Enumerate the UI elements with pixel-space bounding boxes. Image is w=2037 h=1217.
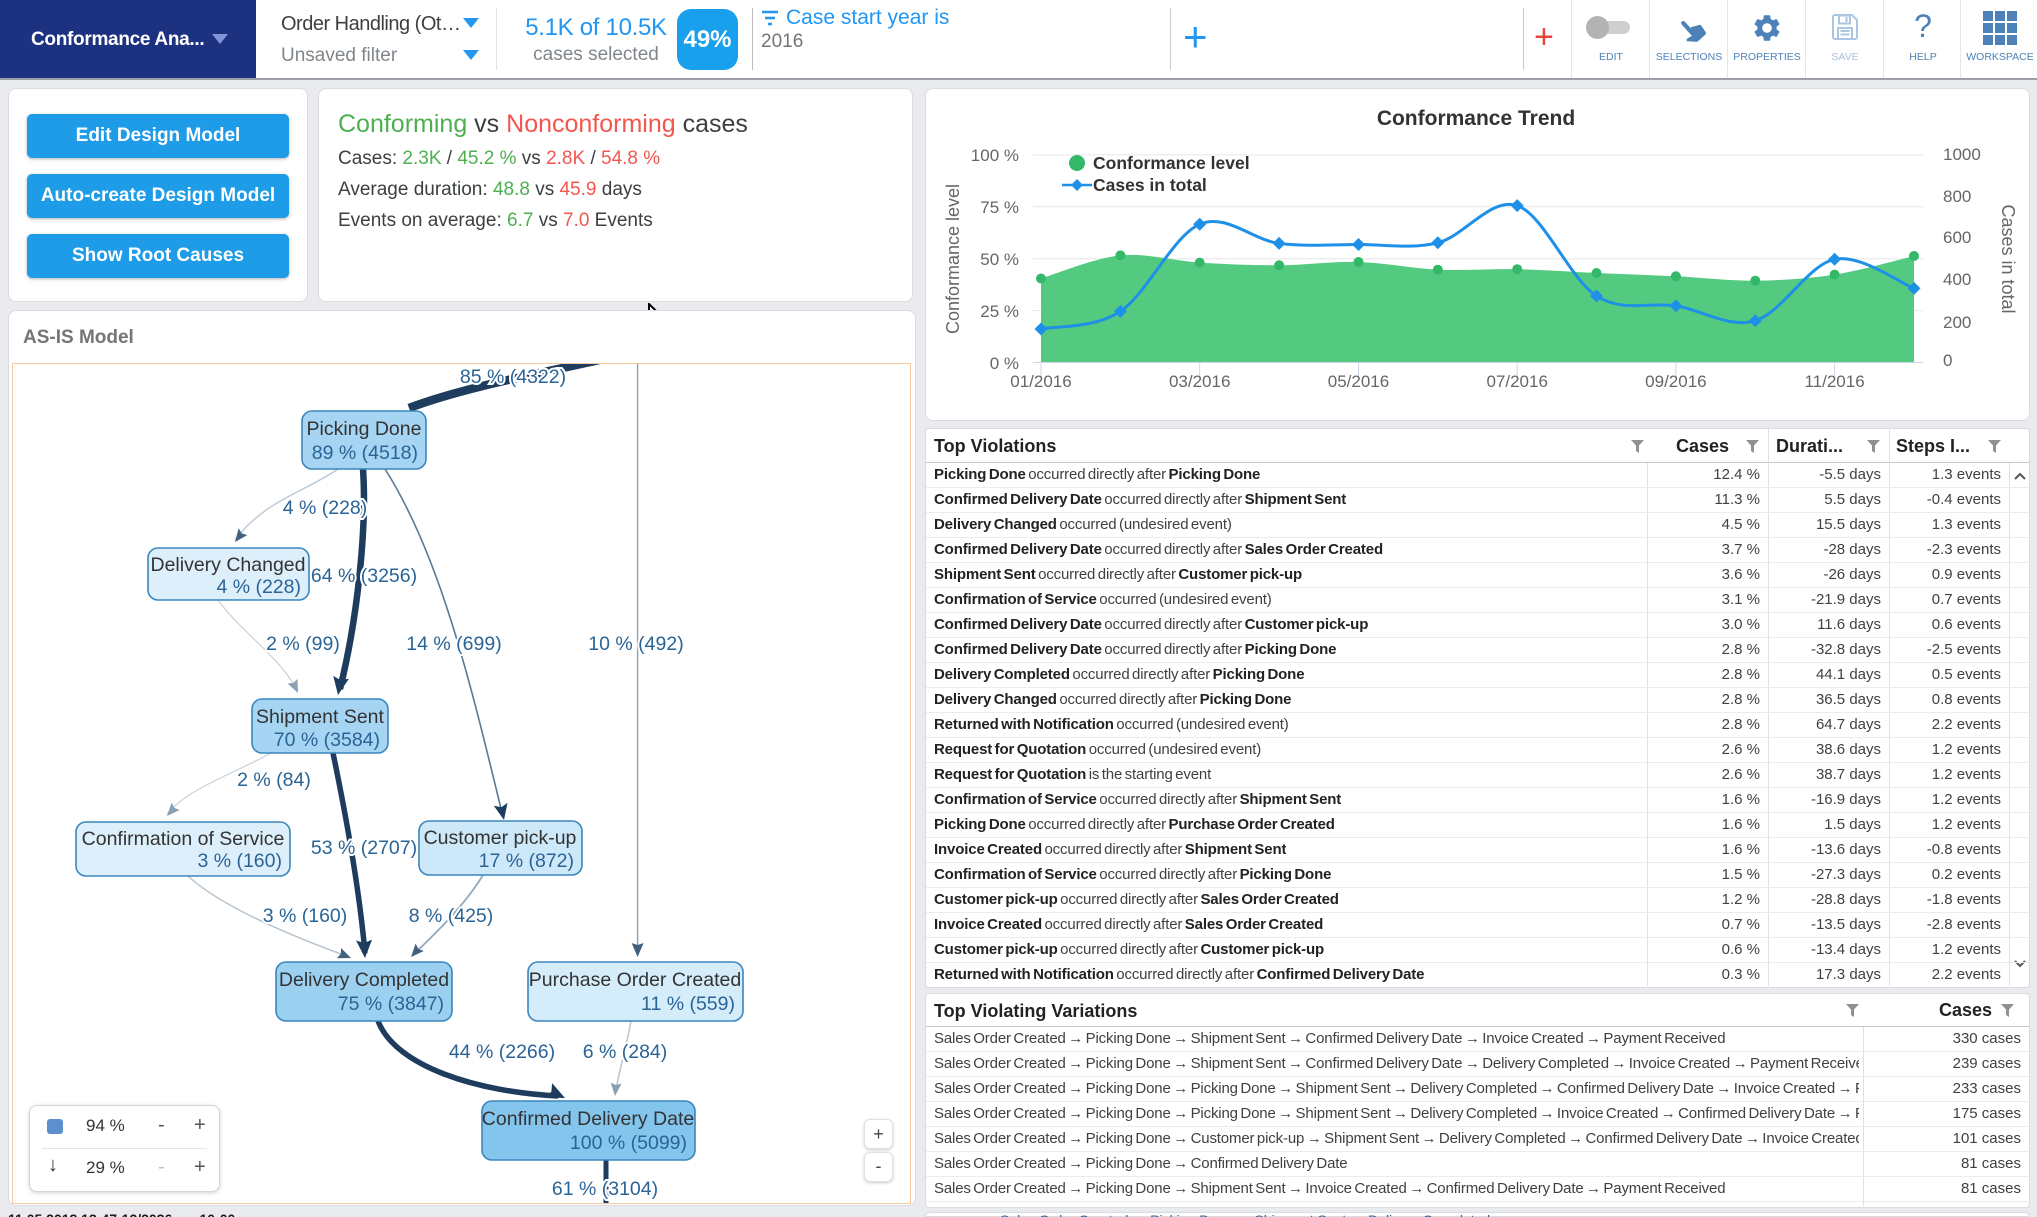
svg-text:Confirmation of Service: Confirmation of Service bbox=[82, 828, 285, 850]
svg-text:4 % (228): 4 % (228) bbox=[283, 497, 368, 519]
svg-text:14 % (699): 14 % (699) bbox=[406, 633, 501, 655]
svg-text:89 % (4518): 89 % (4518) bbox=[312, 442, 418, 464]
svg-text:2 % (84): 2 % (84) bbox=[237, 769, 311, 791]
svg-text:1000: 1000 bbox=[1943, 145, 1981, 164]
svg-text:6 % (284): 6 % (284) bbox=[583, 1041, 668, 1063]
svg-text:61 % (3104): 61 % (3104) bbox=[552, 1178, 658, 1200]
svg-text:2 % (99): 2 % (99) bbox=[266, 633, 340, 655]
svg-text:44 % (2266): 44 % (2266) bbox=[449, 1041, 555, 1063]
svg-text:05/2016: 05/2016 bbox=[1328, 372, 1389, 391]
svg-text:Conformance level: Conformance level bbox=[1093, 153, 1250, 173]
svg-text:Confirmed Delivery Date: Confirmed Delivery Date bbox=[482, 1108, 694, 1130]
svg-text:3 % (160): 3 % (160) bbox=[197, 850, 282, 872]
svg-text:Cases in total: Cases in total bbox=[1998, 204, 2018, 313]
svg-text:10 % (492): 10 % (492) bbox=[588, 633, 683, 655]
svg-text:4 % (228): 4 % (228) bbox=[216, 576, 301, 598]
svg-text:Picking Done: Picking Done bbox=[307, 418, 422, 440]
svg-text:70 % (3584): 70 % (3584) bbox=[274, 729, 380, 751]
svg-text:17 % (872): 17 % (872) bbox=[479, 850, 574, 872]
svg-text:Shipment Sent: Shipment Sent bbox=[256, 706, 384, 728]
svg-text:100 %: 100 % bbox=[971, 146, 1019, 165]
svg-text:11 % (559): 11 % (559) bbox=[641, 993, 735, 1015]
svg-text:200: 200 bbox=[1943, 313, 1971, 332]
svg-text:0 %: 0 % bbox=[990, 354, 1019, 373]
svg-text:Conformance Trend: Conformance Trend bbox=[1377, 107, 1575, 130]
svg-text:07/2016: 07/2016 bbox=[1486, 372, 1547, 391]
svg-text:50 %: 50 % bbox=[980, 250, 1019, 269]
svg-text:25 %: 25 % bbox=[980, 302, 1019, 321]
svg-text:8 % (425): 8 % (425) bbox=[409, 905, 494, 927]
svg-text:64 % (3256): 64 % (3256) bbox=[311, 565, 417, 587]
svg-text:01/2016: 01/2016 bbox=[1010, 372, 1071, 391]
svg-text:Conformance level: Conformance level bbox=[943, 184, 963, 334]
svg-text:03/2016: 03/2016 bbox=[1169, 372, 1230, 391]
svg-text:Delivery Changed: Delivery Changed bbox=[150, 554, 305, 576]
svg-text:800: 800 bbox=[1943, 187, 1971, 206]
svg-text:100 % (5099): 100 % (5099) bbox=[570, 1132, 687, 1154]
svg-text:400: 400 bbox=[1943, 270, 1971, 289]
svg-text:Purchase Order Created: Purchase Order Created bbox=[529, 969, 741, 991]
svg-text:0: 0 bbox=[1943, 351, 1952, 370]
svg-text:Delivery Completed: Delivery Completed bbox=[279, 969, 449, 991]
svg-text:3 % (160): 3 % (160) bbox=[263, 905, 348, 927]
svg-text:600: 600 bbox=[1943, 228, 1971, 247]
svg-text:75 % (3847): 75 % (3847) bbox=[338, 993, 444, 1015]
svg-text:09/2016: 09/2016 bbox=[1645, 372, 1706, 391]
svg-text:53 % (2707): 53 % (2707) bbox=[311, 837, 417, 859]
svg-text:Customer pick-up: Customer pick-up bbox=[424, 827, 577, 849]
svg-text:85 % (4322): 85 % (4322) bbox=[460, 366, 566, 388]
svg-text:Cases in total: Cases in total bbox=[1093, 175, 1207, 195]
svg-text:11/2016: 11/2016 bbox=[1804, 372, 1864, 391]
svg-text:75 %: 75 % bbox=[980, 198, 1019, 217]
